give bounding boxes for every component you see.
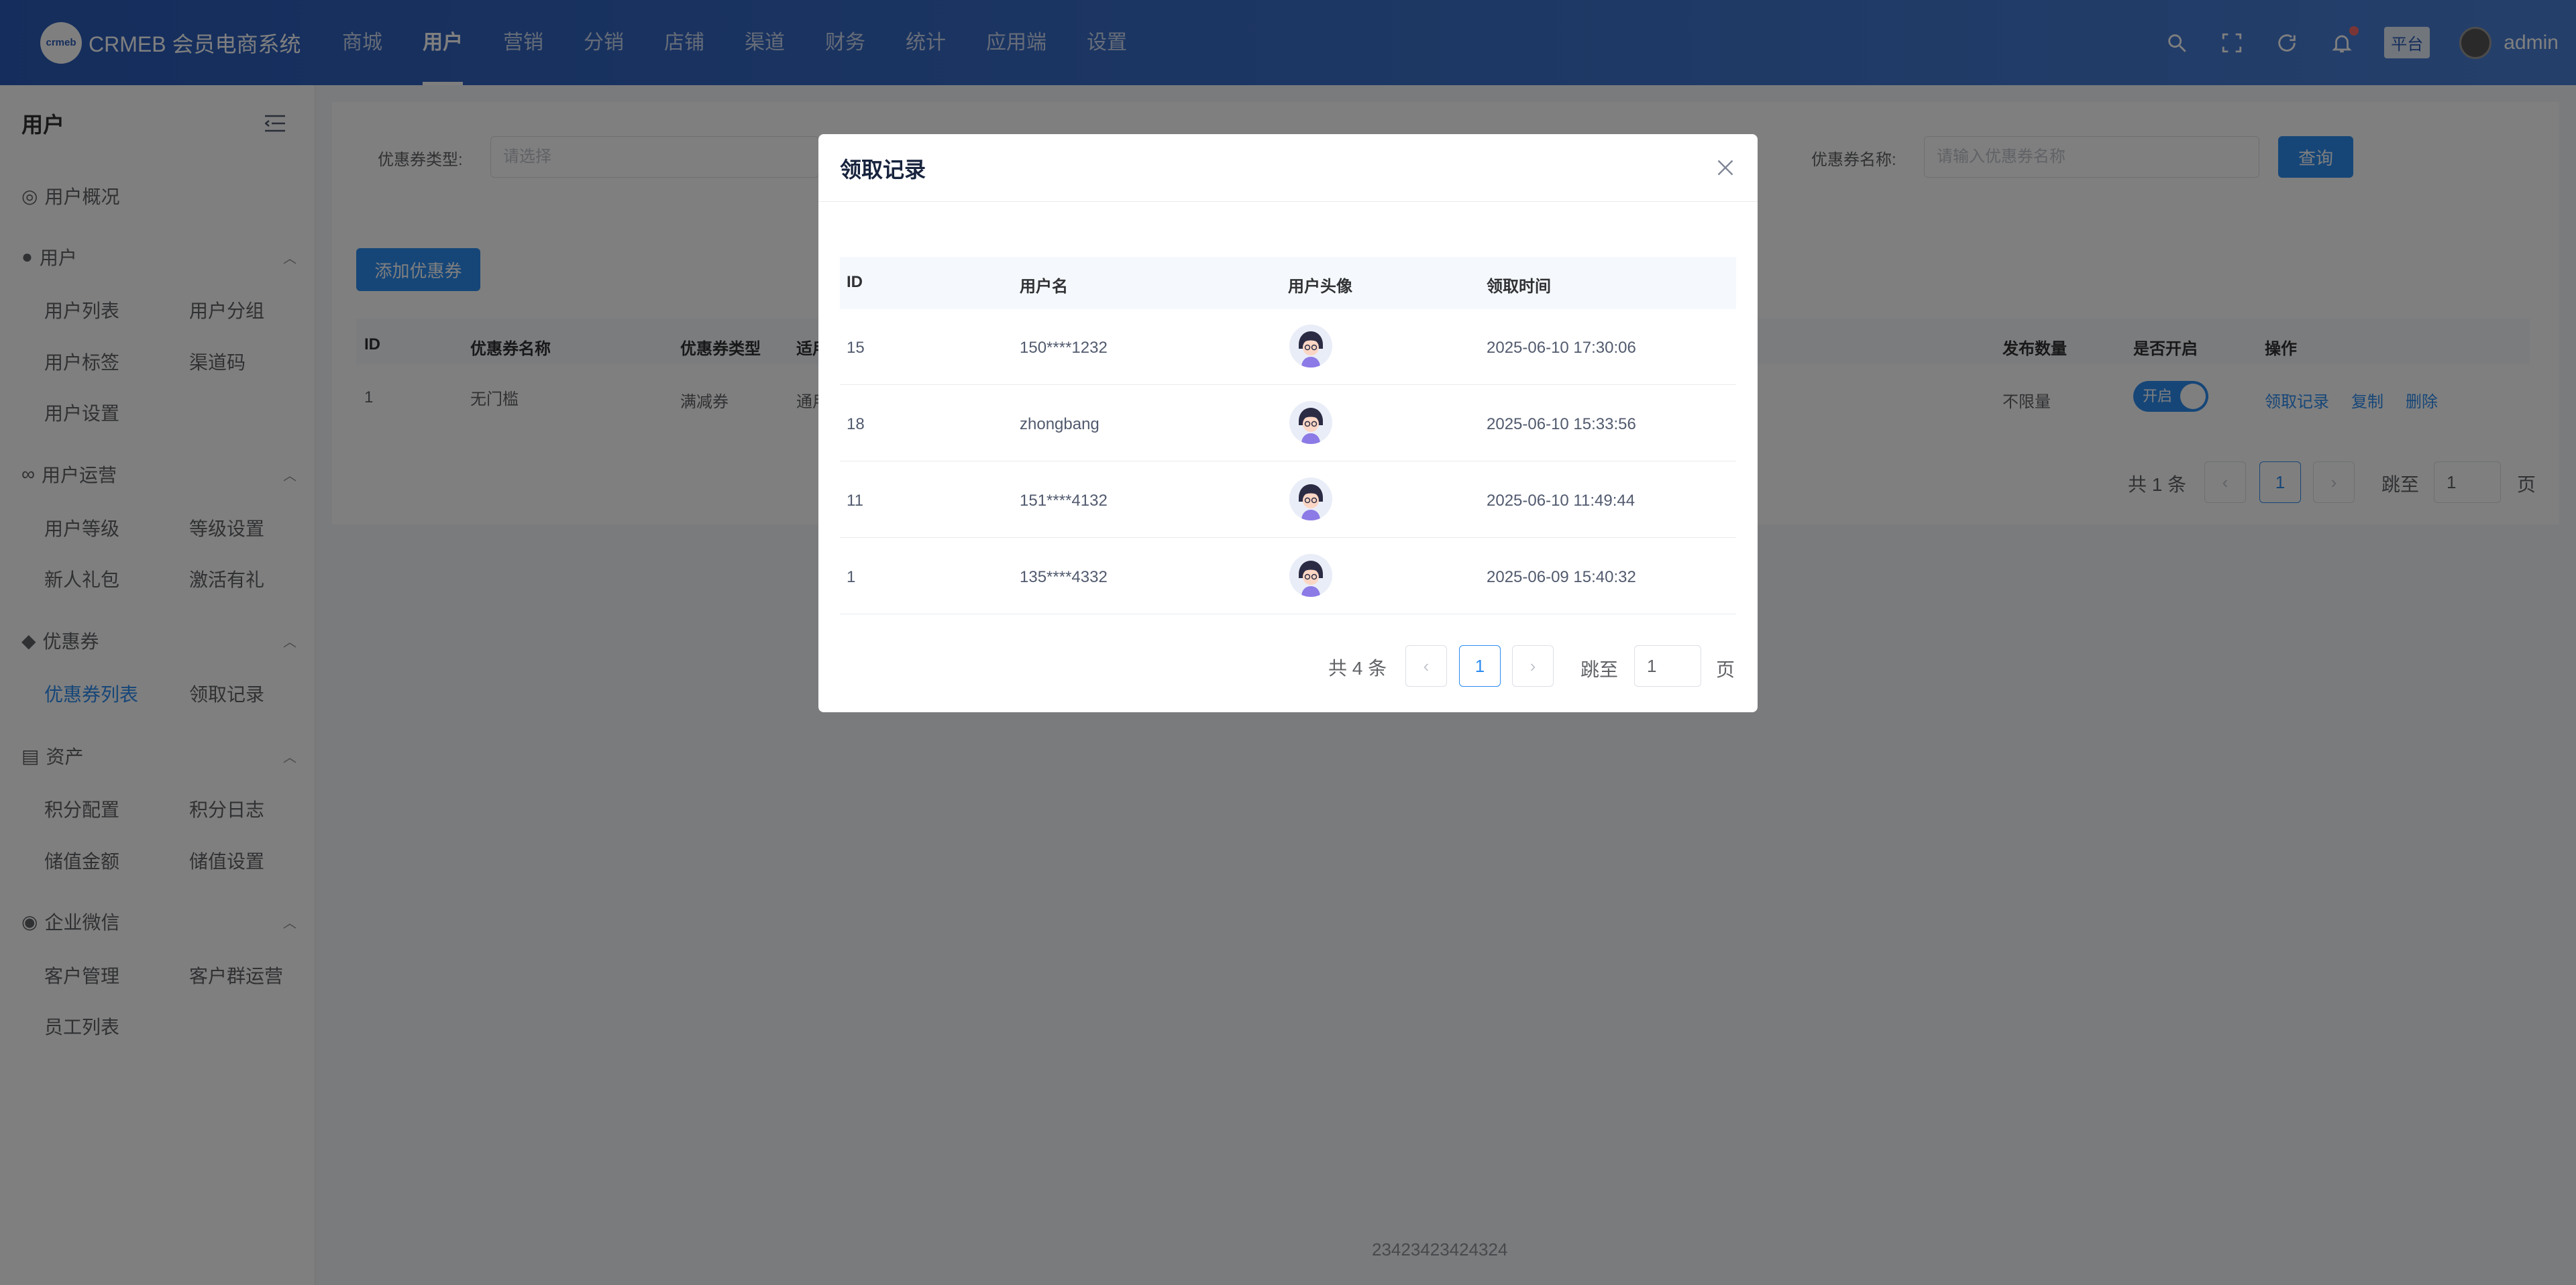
record-id: 1 xyxy=(847,568,856,586)
user-avatar xyxy=(1289,401,1332,444)
user-avatar xyxy=(1289,325,1332,368)
col-id: ID xyxy=(847,273,863,291)
jump-label: 跳至 xyxy=(1580,659,1619,680)
user-avatar xyxy=(1289,478,1332,520)
col-username: 用户名 xyxy=(1020,278,1068,296)
user-avatar xyxy=(1289,554,1332,597)
row-divider xyxy=(840,537,1736,538)
record-claim-time: 2025-06-09 15:40:32 xyxy=(1487,568,1636,586)
modal-title: 领取记录 xyxy=(840,158,926,182)
record-id: 18 xyxy=(847,415,865,433)
record-username: zhongbang xyxy=(1020,415,1099,433)
record-claim-time: 2025-06-10 11:49:44 xyxy=(1487,492,1635,510)
record-claim-time: 2025-06-10 15:33:56 xyxy=(1487,415,1636,433)
record-claim-time: 2025-06-10 17:30:06 xyxy=(1487,339,1636,357)
modal-divider xyxy=(818,201,1758,202)
record-id: 11 xyxy=(847,492,863,510)
pagination-total: 共 4 条 xyxy=(1328,658,1387,679)
page-unit-label: 页 xyxy=(1716,659,1735,680)
row-divider xyxy=(840,384,1736,385)
record-username: 151****4132 xyxy=(1020,492,1108,510)
record-username: 150****1232 xyxy=(1020,339,1108,357)
col-avatar: 用户头像 xyxy=(1288,278,1352,296)
col-claim-time: 领取时间 xyxy=(1487,278,1551,296)
page-button-current[interactable]: 1 xyxy=(1459,645,1501,687)
prev-page-button[interactable]: ‹ xyxy=(1405,645,1447,687)
claim-records-modal: 领取记录 ID 用户名 用户头像 领取时间 15 150****1232 202… xyxy=(818,134,1758,712)
record-username: 135****4332 xyxy=(1020,568,1108,586)
record-id: 15 xyxy=(847,339,865,357)
next-page-button[interactable]: › xyxy=(1512,645,1554,687)
close-icon[interactable] xyxy=(1713,156,1737,180)
jump-page-input[interactable]: 1 xyxy=(1634,645,1701,687)
